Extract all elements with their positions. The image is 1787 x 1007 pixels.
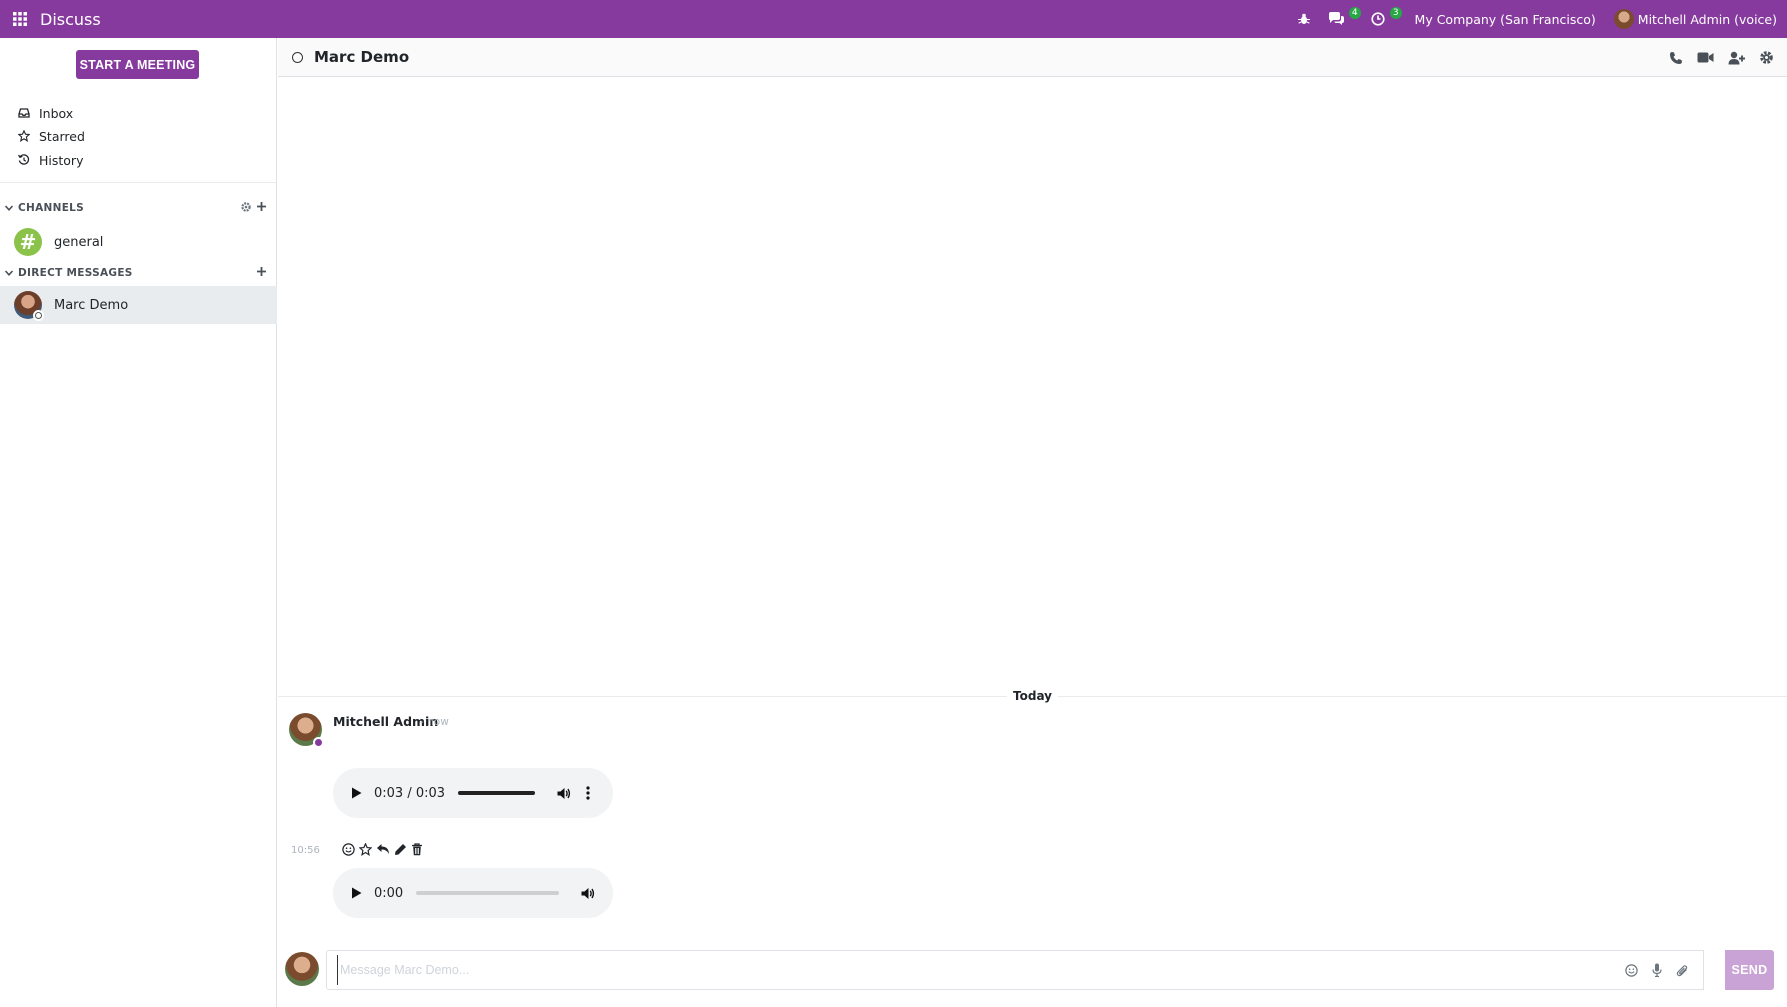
more-options-icon[interactable] [586,786,590,800]
apps-menu-icon[interactable] [0,0,40,38]
direct-messages-category[interactable]: DIRECT MESSAGES [0,263,277,283]
app-title[interactable]: Discuss [40,10,101,29]
emoji-icon[interactable] [342,842,355,856]
edit-icon[interactable] [394,843,407,856]
user-avatar [1613,9,1634,29]
dm-item-marc-demo[interactable]: Marc Demo [0,286,277,324]
user-name: Mitchell Admin (voice) [1637,11,1777,27]
channel-item-general[interactable]: # general [0,223,277,261]
sidebar-separator [0,182,277,183]
audio-player[interactable]: 0:03 / 0:03 [333,768,613,818]
thread-header: Marc Demo [278,38,1787,77]
message-author-avatar[interactable] [289,713,324,748]
paperclip-icon[interactable] [1676,964,1689,977]
microphone-icon[interactable] [1652,963,1662,977]
inbox-icon [17,108,31,118]
start-meeting-button[interactable]: START A MEETING [76,50,199,79]
sidebar-item-label: Inbox [39,105,74,121]
sidebar-item-inbox[interactable]: Inbox [0,101,277,125]
star-icon [17,130,31,142]
sidebar-item-label: Starred [39,128,85,144]
channel-label: general [54,234,104,250]
dm-label: Marc Demo [54,297,129,313]
avatar [14,291,44,321]
composer-box [326,950,1704,990]
channels-category[interactable]: CHANNELS [0,198,277,218]
sidebar-item-label: History [39,152,84,168]
date-separator-label: Today [1013,689,1052,703]
chevron-down-icon [4,203,14,213]
sidebar-item-starred[interactable]: Starred [0,124,277,148]
message-input[interactable] [337,955,1625,985]
activities-badge: 3 [1389,7,1402,19]
user-menu[interactable]: Mitchell Admin (voice) [1613,9,1787,29]
online-status-icon [313,737,324,748]
play-icon[interactable] [351,887,362,899]
sidebar-item-history[interactable]: History [0,148,277,172]
message-time: 10:56 [291,845,320,856]
gear-icon[interactable] [1752,50,1781,65]
thread-title: Marc Demo [314,48,410,66]
add-user-icon[interactable] [1721,51,1752,65]
channel-settings-gear-icon[interactable] [240,201,252,213]
add-chat-plus-icon[interactable] [256,266,267,277]
discuss-sidebar: START A MEETING Inbox Starred History CH… [0,38,277,1007]
activities-clock-icon[interactable]: 3 [1362,0,1403,38]
audio-progress-slider[interactable] [416,891,560,895]
star-icon[interactable] [359,842,372,856]
audio-progress-slider[interactable] [458,791,536,795]
emoji-icon[interactable] [1625,963,1638,977]
audio-progress-fill [458,791,536,795]
composer-avatar [285,952,319,986]
video-icon[interactable] [1690,51,1721,64]
volume-icon[interactable] [557,787,571,800]
reply-icon[interactable] [376,843,390,855]
messages-icon[interactable]: 4 [1319,0,1362,38]
volume-icon[interactable] [581,887,595,900]
audio-time: 0:00 [374,885,404,901]
message-actions-toolbar [340,838,425,860]
trash-icon[interactable] [411,842,423,856]
hash-icon: # [14,228,42,256]
phone-icon[interactable] [1662,51,1690,65]
top-navbar: Discuss 4 3 My Company (San Francisco) M… [0,0,1787,38]
channels-header: CHANNELS [18,202,85,214]
message-composer: SEND [278,940,1787,1007]
message-date: - now [420,716,449,728]
add-channel-plus-icon[interactable] [256,201,267,213]
play-icon[interactable] [351,787,362,799]
audio-player[interactable]: 0:00 [333,868,613,918]
messages-badge: 4 [1348,7,1361,19]
history-icon [17,154,31,166]
company-switcher[interactable]: My Company (San Francisco) [1403,12,1614,27]
away-status-icon [33,310,44,321]
debug-bug-icon[interactable] [1289,0,1319,38]
offline-status-icon [292,51,303,63]
send-button[interactable]: SEND [1725,950,1774,990]
audio-time: 0:03 / 0:03 [374,785,446,801]
direct-messages-header: DIRECT MESSAGES [18,267,133,279]
date-separator: Today [278,687,1787,705]
chevron-down-icon [4,268,14,278]
